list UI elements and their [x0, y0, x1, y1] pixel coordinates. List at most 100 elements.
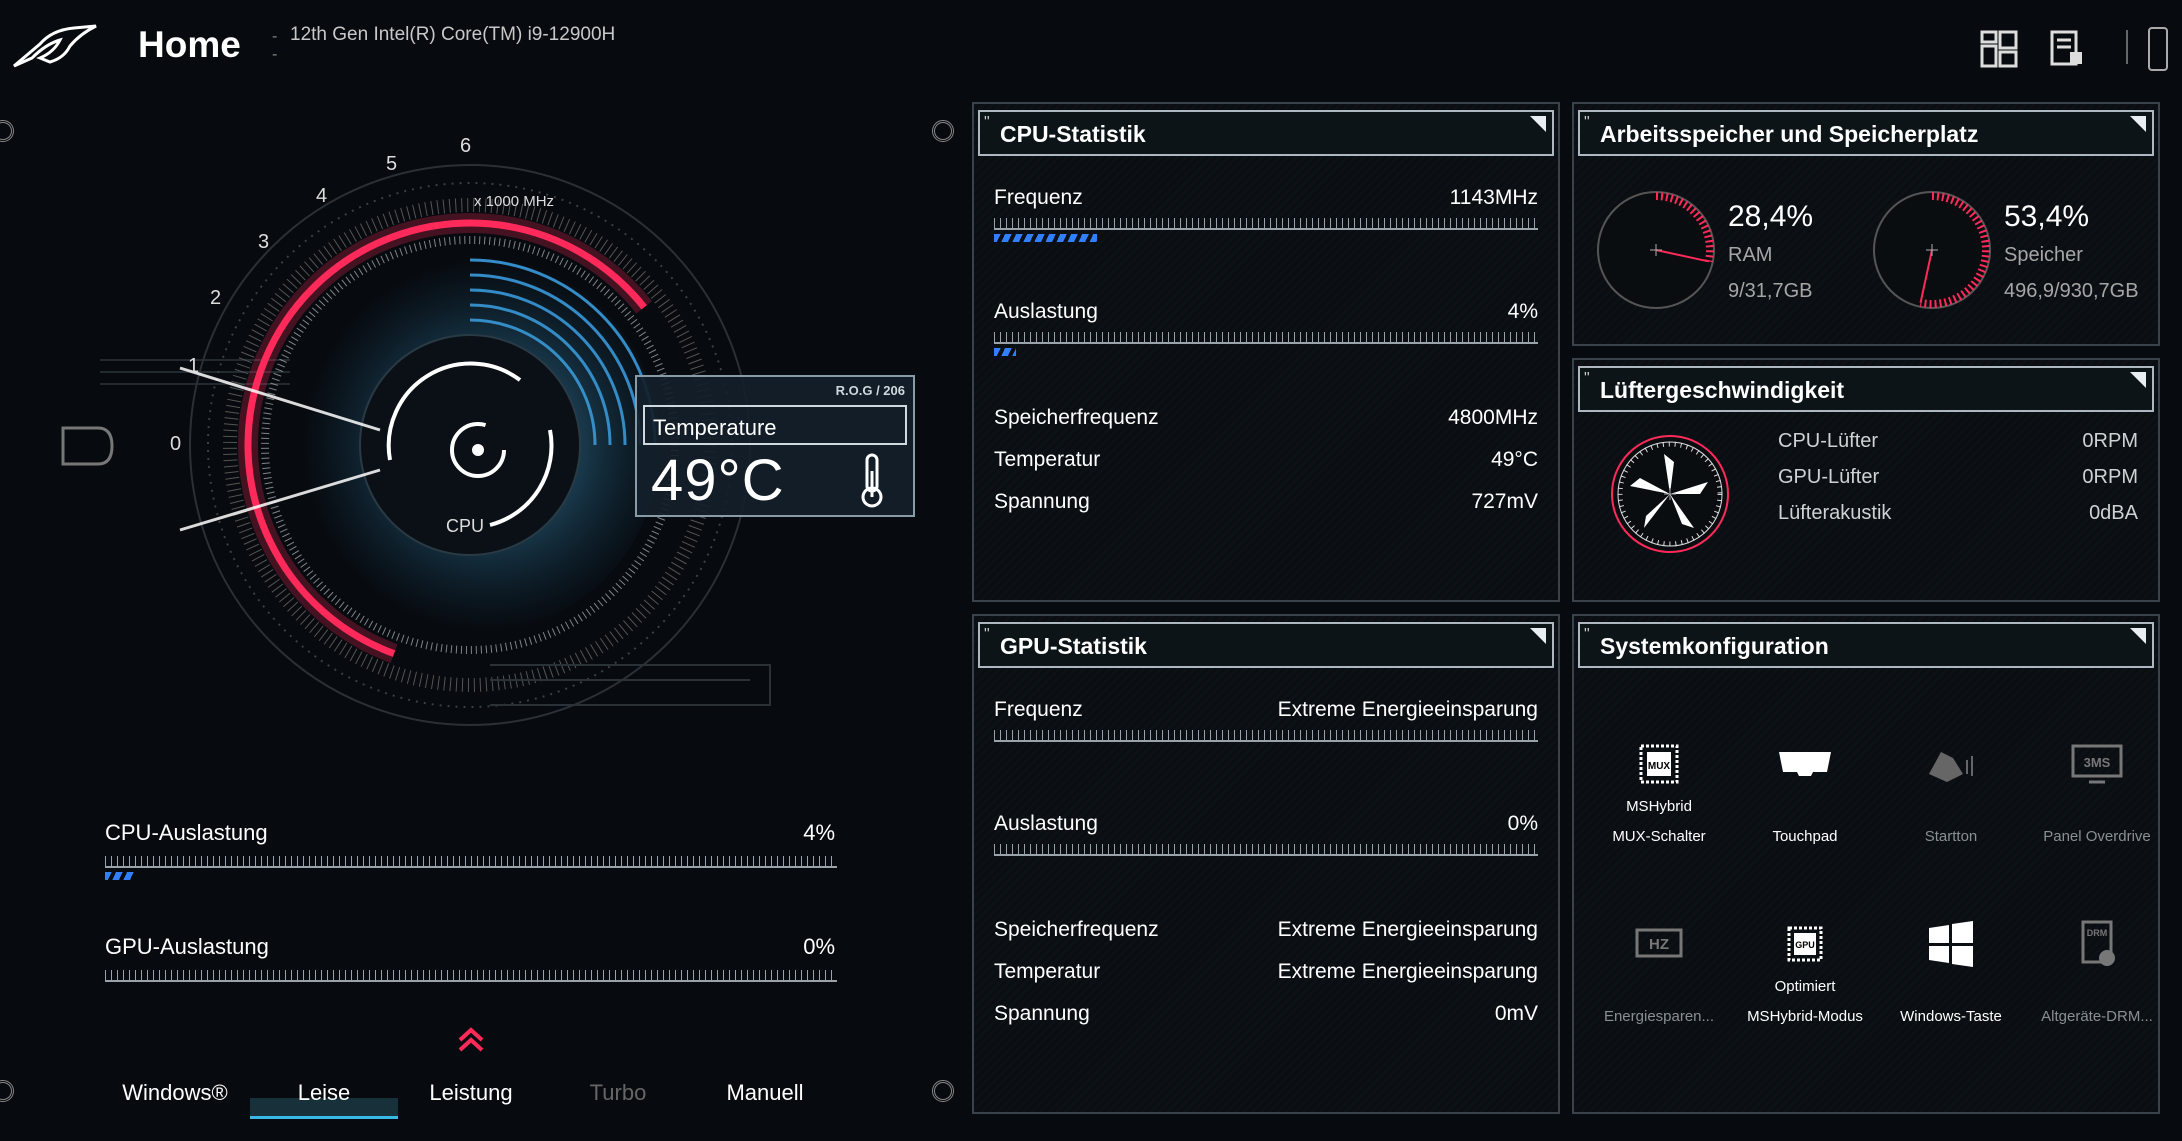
gpu-frequency-value: Extreme Energieeinsparung: [1277, 698, 1538, 721]
cpu-voltage-label: Spannung: [994, 490, 1090, 513]
mux-switch-button[interactable]: MUX MSHybrid MUX-Schalter: [1586, 736, 1732, 852]
cpu-fan-value: 0RPM: [2082, 430, 2138, 452]
cpu-frequency-bar: [994, 218, 1538, 230]
cpu-stats-panel: " CPU-Statistik Frequenz 1143MHz Auslast…: [972, 102, 1560, 602]
svg-text:GPU: GPU: [1795, 940, 1815, 950]
fan-dial-icon: [1611, 435, 1729, 553]
scale-label-4: 4: [316, 185, 327, 207]
boot-sound-button[interactable]: Startton: [1878, 736, 2024, 852]
windows-key-line1: [1878, 972, 2024, 1002]
page-title: Home: [138, 24, 241, 65]
windows-key-line2: Windows-Taste: [1900, 1008, 2002, 1025]
panel-header: " Systemkonfiguration: [1578, 622, 2154, 668]
panel-overdrive-button[interactable]: 3MS Panel Overdrive: [2024, 736, 2170, 852]
cpu-frequency-label: Frequenz: [994, 186, 1083, 209]
cpu-mem-freq-value: 4800MHz: [1448, 406, 1538, 429]
drm-icon: DRM: [2081, 920, 2115, 966]
gpu-fan-value: 0RPM: [2082, 466, 2138, 488]
windows-key-button[interactable]: Windows-Taste: [1878, 916, 2024, 1032]
mux-line2: MUX-Schalter: [1612, 828, 1706, 845]
gpu-stats-panel: " GPU-Statistik Frequenz Extreme Energie…: [972, 614, 1560, 1114]
energy-saving-line2: Energiesparen...: [1603, 1008, 1715, 1025]
decor-ticks: ": [1584, 370, 1590, 387]
mode-manuell[interactable]: Manuell: [690, 1080, 840, 1106]
mux-line1: MSHybrid: [1626, 798, 1692, 815]
ram-dial: [1597, 191, 1715, 309]
corner-icon[interactable]: [1530, 628, 1546, 644]
memory-storage-panel: " Arbeitsspeicher und Speicherplatz 28,4…: [1572, 102, 2160, 346]
header-separator: [2126, 30, 2128, 64]
gpu-usage-label: GPU-Auslastung: [105, 934, 269, 959]
panel-header: " Lüftergeschwindigkeit: [1578, 366, 2154, 412]
scale-label-3: 3: [258, 231, 269, 253]
memory-panel-title: Arbeitsspeicher und Speicherplatz: [1600, 121, 1979, 147]
energy-saving-button[interactable]: HZ Energiesparen...: [1586, 916, 1732, 1032]
sysconfig-panel-title: Systemkonfiguration: [1600, 633, 1829, 659]
rog-brand-label: R.O.G / 206: [835, 383, 905, 398]
chevron-up-icon[interactable]: [456, 1024, 486, 1054]
cpu-frequency-value: 1143MHz: [1449, 186, 1538, 209]
svg-text:DRM: DRM: [2087, 928, 2108, 938]
corner-icon[interactable]: [2130, 116, 2146, 132]
scale-label-2: 2: [210, 287, 221, 309]
temperature-label: Temperature: [653, 415, 777, 440]
mshybrid-mode-button[interactable]: GPU Optimiert MSHybrid-Modus: [1732, 916, 1878, 1032]
ram-label: RAM: [1728, 244, 1773, 266]
gpu-voltage-label: Spannung: [994, 1002, 1090, 1025]
gpu-usage-value: 0%: [1507, 812, 1538, 835]
gpu-mem-freq-value: Extreme Energieeinsparung: [1277, 918, 1538, 941]
cpu-model-label: 12th Gen Intel(R) Core(TM) i9-12900H: [290, 24, 616, 45]
boot-sound-icon: [1929, 752, 1973, 782]
temperature-value: 49°C: [651, 448, 785, 513]
legacy-drm-line1: [2024, 972, 2170, 1002]
gpu-frequency-label: Frequenz: [994, 698, 1083, 721]
decor-ticks: ": [1584, 626, 1590, 643]
cpu-fan-label: CPU-Lüfter: [1778, 430, 1879, 452]
gpu-usage-value: 0%: [803, 934, 835, 959]
boot-sound-line1: [1878, 792, 2024, 822]
device-icon[interactable]: [2146, 26, 2170, 72]
legacy-drm-button[interactable]: DRM Altgeräte-DRM...: [2024, 916, 2170, 1032]
panel-overdrive-icon: 3MS: [2071, 744, 2123, 784]
corner-icon[interactable]: [2130, 628, 2146, 644]
mode-leistung[interactable]: Leistung: [396, 1080, 546, 1106]
windows-key-icon: [1929, 921, 1973, 967]
touchpad-line1: [1732, 792, 1878, 822]
cpu-panel-title: CPU-Statistik: [1000, 121, 1146, 147]
divider: -: [272, 46, 278, 63]
mode-windows[interactable]: Windows®: [100, 1080, 250, 1106]
gpu-mem-freq-label: Speicherfrequenz: [994, 918, 1159, 941]
mux-icon: MUX: [1639, 744, 1679, 784]
boot-sound-line2: Startton: [1924, 828, 1978, 845]
gpu-usage-bar: [994, 844, 1538, 856]
gpu-usage-bar: [105, 970, 837, 982]
storage-percent: 53,4%: [2004, 200, 2090, 233]
mshybrid-line1: Optimiert: [1774, 978, 1836, 995]
report-icon[interactable]: [2048, 30, 2086, 68]
scale-label-6: 6: [460, 135, 471, 157]
cpu-temp-label: Temperatur: [994, 448, 1101, 471]
cpu-usage-panel-bar: [994, 332, 1538, 344]
fan-acoustic-label: Lüfterakustik: [1778, 502, 1892, 524]
mode-leise[interactable]: Leise: [249, 1080, 399, 1106]
layout-icon[interactable]: [1980, 30, 2018, 68]
hz-icon: HZ: [1635, 928, 1683, 958]
cpu-usage-bar: [105, 856, 837, 868]
scale-label-5: 5: [386, 153, 397, 175]
corner-icon[interactable]: [2130, 372, 2146, 388]
svg-text:MUX: MUX: [1648, 761, 1671, 772]
panel-overdrive-line2: Panel Overdrive: [2043, 828, 2151, 845]
cpu-usage-panel-fill: [994, 348, 1016, 356]
temperature-card: R.O.G / 206 Temperature 49°C: [635, 375, 915, 517]
panel-overdrive-line1: [2024, 792, 2170, 822]
decor-ring: [0, 120, 14, 142]
touchpad-button[interactable]: Touchpad: [1732, 736, 1878, 852]
scale-label-1: 1: [188, 355, 199, 377]
corner-icon[interactable]: [1530, 116, 1546, 132]
cpu-usage-value: 4%: [803, 820, 835, 845]
mode-turbo[interactable]: Turbo: [543, 1080, 693, 1106]
panel-header: " GPU-Statistik: [978, 622, 1554, 668]
svg-text:HZ: HZ: [1649, 936, 1669, 953]
touchpad-icon: [1779, 752, 1831, 776]
cpu-temp-value: 49°C: [1491, 448, 1538, 471]
